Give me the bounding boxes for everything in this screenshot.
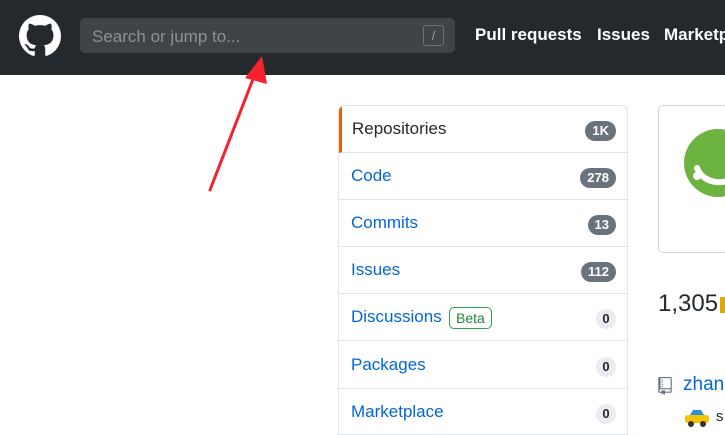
top-header: / Pull requests Issues Marketplace: [0, 0, 725, 75]
red-arrow-annotation: [208, 56, 267, 192]
filter-label: Marketplace: [351, 402, 444, 421]
repo-icon: [658, 377, 672, 395]
filter-code[interactable]: Code 278: [339, 153, 627, 200]
nav-marketplace[interactable]: Marketplace: [664, 25, 725, 45]
filter-label: Repositories: [352, 119, 447, 138]
search-box[interactable]: /: [80, 18, 455, 55]
org-card[interactable]: [658, 105, 725, 253]
nav-issues[interactable]: Issues: [597, 25, 650, 45]
filter-marketplace[interactable]: Marketplace 0: [339, 389, 627, 434]
search-input[interactable]: [90, 18, 414, 55]
search-filter-menu: Repositories 1K Code 278 Commits 13 Issu…: [338, 105, 628, 435]
results-highlight: [720, 297, 725, 313]
count-badge: 278: [580, 168, 616, 188]
filter-packages[interactable]: Packages 0: [339, 342, 627, 389]
count-badge: 0: [596, 404, 616, 424]
filter-commits[interactable]: Commits 13: [339, 200, 627, 247]
count-badge: 0: [596, 357, 616, 377]
count-badge: 0: [596, 309, 616, 329]
car-icon: [685, 410, 709, 427]
filter-repositories[interactable]: Repositories 1K: [339, 106, 627, 153]
beta-badge: Beta: [449, 307, 492, 329]
spring-logo-icon: [684, 129, 725, 197]
filter-label: Packages: [351, 355, 426, 374]
filter-issues[interactable]: Issues 112: [339, 247, 627, 294]
results-count: 1,305: [658, 290, 719, 317]
filter-label: Commits: [351, 213, 419, 232]
github-logo-icon[interactable]: [19, 15, 61, 57]
count-badge: 1K: [585, 121, 616, 141]
repo-link[interactable]: zhan: [683, 374, 724, 396]
repo-description: s: [716, 408, 724, 425]
filter-label: Code: [351, 166, 392, 185]
count-badge: 13: [587, 215, 616, 235]
filter-label: Discussions: [351, 307, 442, 326]
filter-label: Issues: [351, 260, 401, 279]
count-badge: 112: [581, 262, 616, 282]
nav-pull-requests[interactable]: Pull requests: [475, 25, 582, 45]
filter-discussions[interactable]: Discussions Beta 0: [339, 294, 627, 341]
search-shortcut-key: /: [423, 25, 444, 46]
